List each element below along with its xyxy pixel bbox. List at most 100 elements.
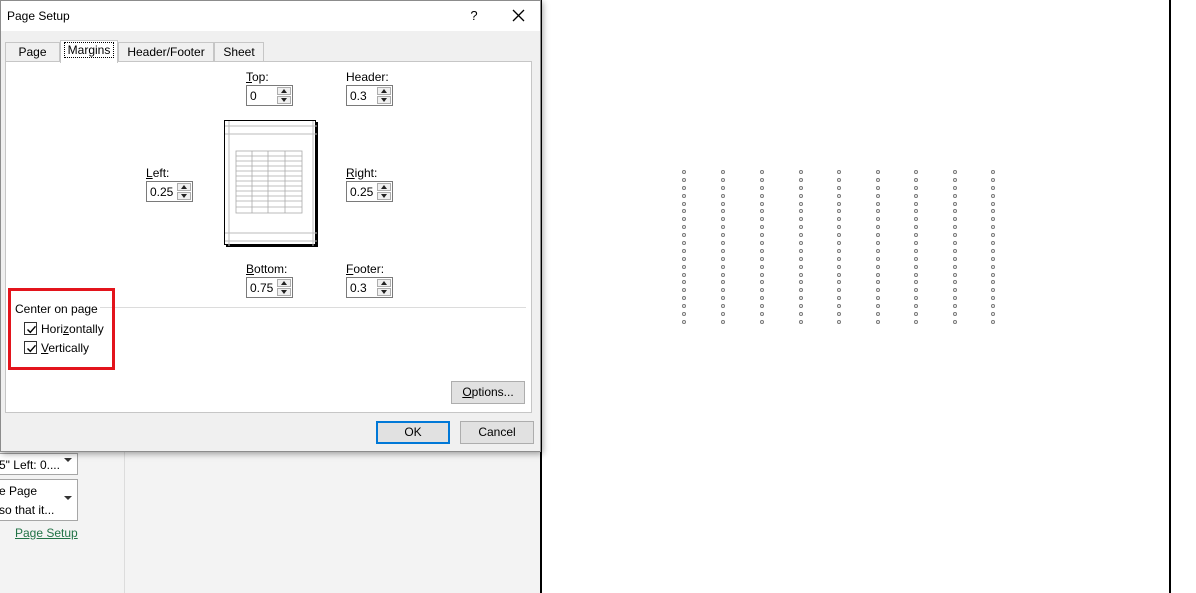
bottom-margin-spinner[interactable]: 0.75 [246,277,293,298]
preview-cell [721,296,725,301]
preview-cell [914,280,918,285]
preview-cell [837,241,841,246]
right-margin-spinner[interactable]: 0.25 [346,181,393,202]
preview-cell [760,312,764,317]
spin-down-icon[interactable] [377,96,391,104]
preview-cell [953,256,957,261]
preview-cell [760,177,764,182]
margins-panel: Top: 0 Header: 0.3 Left: 0.25 Right: 0.2… [5,61,532,413]
preview-cell [876,170,880,174]
preview-cell [760,241,764,246]
tab-margins[interactable]: Margins [60,40,118,63]
preview-cell [991,233,995,238]
preview-cell [682,241,686,246]
preview-cell [799,170,803,174]
preview-cell [914,225,918,230]
preview-cell [760,185,764,190]
page-setup-link[interactable]: Page Setup [15,526,78,540]
preview-cell [721,248,725,253]
preview-cell [837,177,841,182]
header-margin-label: Header: [346,70,389,84]
spin-up-icon[interactable] [377,87,391,95]
tab-sheet[interactable]: Sheet [214,42,264,62]
right-margin-label: Right: [346,166,378,180]
spin-up-icon[interactable] [377,183,391,191]
preview-cell [914,233,918,238]
spin-up-icon[interactable] [277,87,291,95]
spin-down-icon[interactable] [377,288,391,296]
preview-cell [876,264,880,269]
preview-cell [721,319,725,324]
bottom-margin-value: 0.75 [250,281,274,295]
preview-cell [682,312,686,317]
tab-margins-label: Margins [63,42,115,58]
spin-down-icon[interactable] [377,192,391,200]
tab-page-label: Page [18,45,47,59]
margins-page-preview [224,120,317,246]
spin-up-icon[interactable] [177,183,191,191]
options-button[interactable]: Options... [451,381,525,404]
footer-margin-spinner[interactable]: 0.3 [346,277,393,298]
left-margin-spinner[interactable]: 0.25 [146,181,193,202]
dialog-titlebar: Page Setup ? [1,1,540,31]
right-margin-value: 0.25 [350,185,374,199]
scaling-setting-line1: e Page [0,484,38,498]
backstage-divider [124,450,125,593]
preview-cell [721,312,725,317]
preview-cell [991,312,995,317]
header-margin-spinner[interactable]: 0.3 [346,85,393,106]
preview-cell [682,272,686,277]
cancel-button[interactable]: Cancel [460,421,534,444]
preview-cell [837,225,841,230]
preview-cell [721,185,725,190]
preview-cell [991,193,995,198]
preview-cell [837,209,841,214]
preview-cell [953,217,957,222]
tab-header-footer[interactable]: Header/Footer [118,42,214,62]
preview-cell [682,304,686,309]
preview-cell [914,304,918,309]
preview-cell [991,256,995,261]
preview-cell [914,256,918,261]
margins-setting-dropdown[interactable]: 5" Left: 0.... [0,453,78,475]
spin-down-icon[interactable] [277,96,291,104]
preview-cell [953,312,957,317]
spin-down-icon[interactable] [277,288,291,296]
preview-cell-column [760,170,766,328]
preview-cell [876,296,880,301]
preview-cell [799,280,803,285]
preview-cell [721,217,725,222]
spin-up-icon[interactable] [377,279,391,287]
preview-cell [721,225,725,230]
preview-cell [876,256,880,261]
preview-cell [953,209,957,214]
preview-cell [760,256,764,261]
close-button[interactable] [506,4,530,28]
preview-cell [914,264,918,269]
preview-cell [760,319,764,324]
preview-cell [914,170,918,174]
preview-cell [953,280,957,285]
spin-down-icon[interactable] [177,192,191,200]
scaling-setting-dropdown[interactable]: e Page so that it... [0,479,78,521]
preview-cell [721,177,725,182]
preview-cell [991,217,995,222]
preview-cell-column [953,170,959,328]
ok-button[interactable]: OK [376,421,450,444]
preview-cell-column [799,170,805,328]
preview-cell [914,241,918,246]
preview-cell [799,248,803,253]
tab-page[interactable]: Page [5,42,60,62]
spin-up-icon[interactable] [277,279,291,287]
preview-cell [799,288,803,293]
help-button[interactable]: ? [463,5,485,27]
chevron-down-icon [64,496,72,500]
preview-cell [721,193,725,198]
preview-cell [876,280,880,285]
top-margin-spinner[interactable]: 0 [246,85,293,106]
preview-cell [876,233,880,238]
preview-cell [682,264,686,269]
preview-cell [991,288,995,293]
preview-cell [721,264,725,269]
preview-cell [991,185,995,190]
